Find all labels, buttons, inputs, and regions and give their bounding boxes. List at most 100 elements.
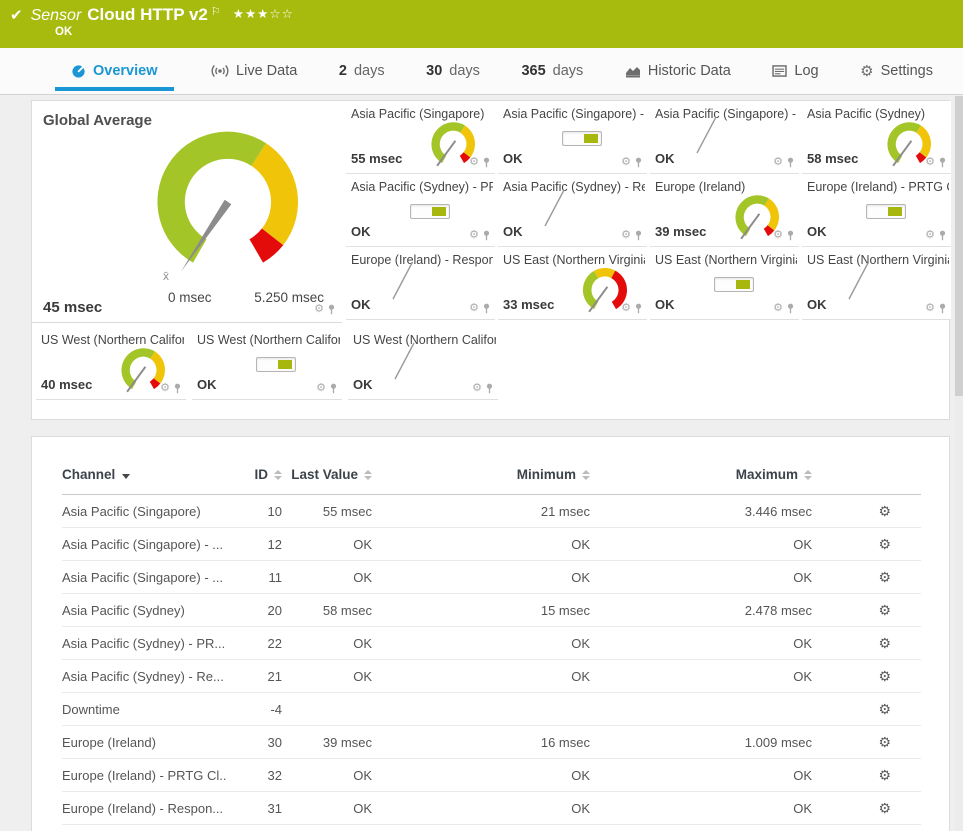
tab-overview[interactable]: Overview <box>55 48 174 94</box>
channel-settings-gear-icon[interactable]: ⚙ <box>878 734 891 750</box>
channel-panel-europe-ireland-prtg-cloud-7[interactable]: Europe (Ireland) - PRTG Cloud... OK ⚙ <box>802 174 951 247</box>
sensor-title: Cloud HTTP v2 <box>87 5 208 24</box>
cell-minimum: OK <box>372 758 590 792</box>
channel-panel-us-east-northern-virginia-9[interactable]: US East (Northern Virginia) 33 msec ⚙ <box>498 247 647 320</box>
tab-label: days <box>552 63 584 79</box>
tab-365-days[interactable]: 365 days <box>517 48 587 94</box>
channel-toggle[interactable] <box>562 131 602 146</box>
gear-icon[interactable]: ⚙ <box>925 157 935 168</box>
channel-settings-gear-icon[interactable]: ⚙ <box>878 503 891 519</box>
channel-panel-us-west-northern-california-12[interactable]: US West (Northern California)40 msec⚙ <box>36 327 186 400</box>
pin-icon[interactable] <box>173 383 182 394</box>
channel-settings-gear-icon[interactable]: ⚙ <box>878 767 891 783</box>
tab-settings[interactable]: ⚙ Settings <box>856 48 937 94</box>
channel-toggle[interactable] <box>410 204 450 219</box>
channel-panel-title: US West (Northern California)... <box>353 333 496 347</box>
gear-icon[interactable]: ⚙ <box>621 230 631 241</box>
channel-settings-gear-icon[interactable]: ⚙ <box>878 635 891 651</box>
channel-toggle[interactable] <box>866 204 906 219</box>
tab-label: days <box>353 63 385 79</box>
tab-live-data[interactable]: Live Data <box>207 48 301 94</box>
pin-icon[interactable] <box>634 303 643 314</box>
column-header-last-value[interactable]: Last Value <box>282 457 372 495</box>
gear-icon[interactable]: ⚙ <box>469 230 479 241</box>
gear-icon[interactable]: ⚙ <box>621 157 631 168</box>
channel-panel-us-west-northern-california-13[interactable]: US West (Northern California)... OK ⚙ <box>192 327 342 400</box>
channel-panel-us-east-northern-virginia-10[interactable]: US East (Northern Virginia) - ... OK ⚙ <box>650 247 799 320</box>
channel-panel-asia-pacific-sydney-prtg-4[interactable]: Asia Pacific (Sydney) - PRTG ... OK ⚙ <box>346 174 495 247</box>
channel-panel-us-west-northern-california-14[interactable]: US West (Northern California)... OK ⚙ <box>348 327 498 400</box>
pin-icon[interactable] <box>327 304 336 315</box>
channel-toggle[interactable] <box>714 277 754 292</box>
gauge-icon <box>71 64 86 79</box>
channel-panel-europe-ireland-6[interactable]: Europe (Ireland) 39 msec ⚙ <box>650 174 799 247</box>
gear-icon[interactable]: ⚙ <box>925 303 935 314</box>
channel-panel-asia-pacific-singapore-0[interactable]: Asia Pacific (Singapore) 55 msec ⚙ <box>346 101 495 174</box>
pin-icon[interactable] <box>938 230 947 241</box>
gear-icon[interactable]: ⚙ <box>773 230 783 241</box>
pin-icon[interactable] <box>786 157 795 168</box>
channel-settings-gear-icon[interactable]: ⚙ <box>878 569 891 585</box>
channel-panel-value: 40 msec <box>41 377 93 392</box>
channel-panel-title: Asia Pacific (Singapore) - PR... <box>503 107 645 121</box>
histogram-icon <box>625 65 641 78</box>
channel-panel-asia-pacific-sydney-respo-5[interactable]: Asia Pacific (Sydney) - Respo... OK ⚙ <box>498 174 647 247</box>
channel-panel-asia-pacific-singapore-pr-1[interactable]: Asia Pacific (Singapore) - PR... OK ⚙ <box>498 101 647 174</box>
gear-icon[interactable]: ⚙ <box>314 304 324 315</box>
tab-historic-data[interactable]: Historic Data <box>621 48 735 94</box>
column-header-maximum[interactable]: Maximum <box>590 457 812 495</box>
pin-icon[interactable] <box>786 230 795 241</box>
gear-icon[interactable]: ⚙ <box>469 303 479 314</box>
cell-last-value: OK <box>282 560 372 594</box>
pin-icon[interactable] <box>329 383 338 394</box>
channel-panel-europe-ireland-response-c-8[interactable]: Europe (Ireland) - Response C... OK ⚙ <box>346 247 495 320</box>
flag-icon[interactable]: ⚐ <box>211 5 221 18</box>
gear-icon[interactable]: ⚙ <box>621 303 631 314</box>
tab-2-days[interactable]: 2 days <box>335 48 389 94</box>
channel-panel-asia-pacific-singapore-res-2[interactable]: Asia Pacific (Singapore) - Res... OK ⚙ <box>650 101 799 174</box>
gear-icon[interactable]: ⚙ <box>773 157 783 168</box>
channel-settings-gear-icon[interactable]: ⚙ <box>878 668 891 684</box>
channel-settings-gear-icon[interactable]: ⚙ <box>878 536 891 552</box>
pin-icon[interactable] <box>482 157 491 168</box>
pin-icon[interactable] <box>485 383 494 394</box>
pin-icon[interactable] <box>938 303 947 314</box>
channel-panel-asia-pacific-sydney-3[interactable]: Asia Pacific (Sydney) 58 msec ⚙ <box>802 101 951 174</box>
channel-settings-gear-icon[interactable]: ⚙ <box>878 602 891 618</box>
cell-last-value: 58 msec <box>282 593 372 627</box>
channel-settings-gear-icon[interactable]: ⚙ <box>878 701 891 717</box>
column-header-channel[interactable]: Channel <box>62 457 227 495</box>
sort-icon <box>364 470 372 481</box>
column-header-minimum[interactable]: Minimum <box>372 457 590 495</box>
scrollbar-thumb[interactable] <box>955 96 963 396</box>
priority-stars[interactable]: ★★★☆☆ <box>233 6 294 21</box>
gear-icon[interactable]: ⚙ <box>469 157 479 168</box>
cell-channel: Europe (Ireland) <box>62 725 227 759</box>
gear-icon[interactable]: ⚙ <box>316 383 326 394</box>
scrollbar[interactable] <box>955 96 963 831</box>
cell-id: 21 <box>227 659 282 693</box>
cell-id: 20 <box>227 593 282 627</box>
tab-log[interactable]: Log <box>768 48 822 94</box>
pin-icon[interactable] <box>482 303 491 314</box>
pin-icon[interactable] <box>634 157 643 168</box>
global-average-panel[interactable]: Global Average x̄ 0 msec 5.250 msec 45 m… <box>32 101 342 323</box>
gear-icon[interactable]: ⚙ <box>925 230 935 241</box>
gear-icon[interactable]: ⚙ <box>472 383 482 394</box>
mean-symbol: x̄ <box>163 269 169 283</box>
tab-30-days[interactable]: 30 days <box>422 48 484 94</box>
channel-settings-gear-icon[interactable]: ⚙ <box>878 800 891 816</box>
cell-last-value: OK <box>282 791 372 825</box>
channel-panel-us-east-northern-virginia-11[interactable]: US East (Northern Virginia) - ... OK ⚙ <box>802 247 951 320</box>
pin-icon[interactable] <box>482 230 491 241</box>
gear-icon[interactable]: ⚙ <box>773 303 783 314</box>
pin-icon[interactable] <box>786 303 795 314</box>
pin-icon[interactable] <box>634 230 643 241</box>
gear-icon[interactable]: ⚙ <box>160 383 170 394</box>
cell-minimum: OK <box>372 791 590 825</box>
tab-bar: Overview Live Data 2 days 30 days 365 days Histo… <box>0 48 963 95</box>
column-header-id[interactable]: ID <box>227 457 282 495</box>
channel-toggle[interactable] <box>256 357 296 372</box>
pin-icon[interactable] <box>938 157 947 168</box>
table-row: Asia Pacific (Sydney) 20 58 msec 15 msec 2.4… <box>62 593 921 627</box>
